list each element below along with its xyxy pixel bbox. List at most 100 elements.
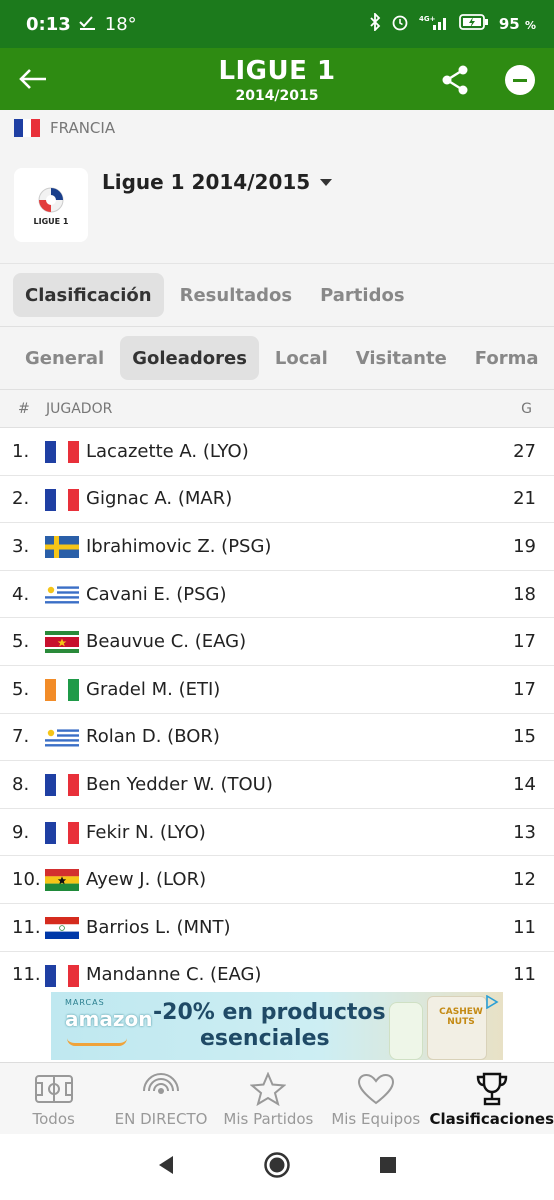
france-flag-icon xyxy=(45,441,79,463)
league-selector[interactable]: Ligue 1 2014/2015 xyxy=(102,170,333,194)
country-name: FRANCIA xyxy=(50,119,116,137)
live-icon xyxy=(141,1072,181,1106)
tab-clasificacion[interactable]: Clasificación xyxy=(13,273,164,317)
trophy-icon xyxy=(472,1072,512,1106)
soap-bottle-image xyxy=(389,1002,423,1060)
check-icon xyxy=(79,14,97,35)
tab-forma[interactable]: Forma xyxy=(463,336,551,380)
table-row[interactable]: 11. Barrios L. (MNT) 11 xyxy=(0,903,554,952)
table-row[interactable]: 7. Rolan D. (BOR) 15 xyxy=(0,713,554,762)
table-row[interactable]: 3. Ibrahimovic Z. (PSG) 19 xyxy=(0,523,554,571)
table-row[interactable]: 8. Ben Yedder W. (TOU) 14 xyxy=(0,761,554,809)
country-row: FRANCIA xyxy=(0,110,554,146)
nav-label: Clasificaciones xyxy=(429,1110,554,1128)
nav-en-directo[interactable]: EN DIRECTO xyxy=(107,1063,214,1134)
player-goals: 18 xyxy=(513,583,536,605)
ad-headline-1: -20% en productos xyxy=(153,1000,386,1025)
player-name: Gignac A. (MAR) xyxy=(86,488,233,510)
ligue1-logo-icon xyxy=(38,187,64,212)
player-goals: 11 xyxy=(513,916,536,938)
table-row[interactable]: 10. Ayew J. (LOR) 12 xyxy=(0,856,554,904)
tab-visitante[interactable]: Visitante xyxy=(344,336,459,380)
row-position: 8. xyxy=(12,773,30,795)
ivory-coast-flag-icon xyxy=(45,678,79,701)
row-position: 2. xyxy=(12,488,30,510)
nav-mis-equipos[interactable]: Mis Equipos xyxy=(322,1063,429,1134)
row-position: 10. xyxy=(12,869,41,891)
ad-headline-2: esenciales xyxy=(200,1026,330,1051)
player-goals: 11 xyxy=(513,964,536,986)
player-goals: 17 xyxy=(513,678,536,700)
player-name: Gradel M. (ETI) xyxy=(86,678,221,700)
table-header: # JUGADOR G xyxy=(0,390,554,428)
share-icon[interactable] xyxy=(438,64,472,96)
header-num: # xyxy=(18,400,30,417)
sub-tabs: General Goleadores Local Visitante Forma xyxy=(0,327,554,390)
alarm-icon xyxy=(391,13,409,35)
header-player: JUGADOR xyxy=(46,400,113,417)
player-name: Beauvue C. (EAG) xyxy=(86,631,247,653)
row-position: 3. xyxy=(12,535,30,557)
player-name: Mandanne C. (EAG) xyxy=(86,964,262,986)
nav-label: Mis Partidos xyxy=(223,1110,314,1128)
row-position: 4. xyxy=(12,583,30,605)
battery-icon xyxy=(458,13,489,35)
ad-brand: amazon xyxy=(65,1007,153,1031)
main-tabs: Clasificación Resultados Partidos xyxy=(0,264,554,327)
table-row[interactable]: 4. Cavani E. (PSG) 18 xyxy=(0,570,554,619)
table-row[interactable]: 1. Lacazette A. (LYO) 27 xyxy=(0,428,554,476)
league-header: LIGUE 1 Ligue 1 2014/2015 xyxy=(0,146,554,264)
table-row[interactable]: 5. Gradel M. (ETI) 17 xyxy=(0,665,554,714)
star-icon xyxy=(248,1072,288,1106)
nav-clasificaciones[interactable]: Clasificaciones xyxy=(429,1063,554,1134)
player-name: Ibrahimovic Z. (PSG) xyxy=(86,535,272,557)
paraguay-flag-icon xyxy=(45,916,79,939)
tab-partidos[interactable]: Partidos xyxy=(308,273,416,317)
system-recents-icon[interactable] xyxy=(379,1156,397,1178)
player-goals: 27 xyxy=(513,440,536,462)
table-row[interactable]: 2. Gignac A. (MAR) 21 xyxy=(0,475,554,524)
status-bar: 0:13 18° 4G+ 95 % xyxy=(0,0,554,48)
remove-button[interactable] xyxy=(505,65,535,95)
adchoices-icon[interactable] xyxy=(485,994,499,1010)
player-goals: 12 xyxy=(513,869,536,891)
scorers-list: 1. Lacazette A. (LYO) 27 2. Gignac A. (MAR)… xyxy=(0,428,554,990)
row-position: 9. xyxy=(12,821,30,843)
battery-level: 95 % xyxy=(498,15,536,33)
uruguay-flag-icon xyxy=(45,726,79,749)
player-goals: 13 xyxy=(513,821,536,843)
tab-general[interactable]: General xyxy=(13,336,116,380)
table-row[interactable]: 9. Fekir N. (LYO) 13 xyxy=(0,808,554,857)
cashew-package-image: CASHEW NUTS xyxy=(427,996,487,1060)
row-position: 5. xyxy=(12,631,30,653)
tab-resultados[interactable]: Resultados xyxy=(168,273,304,317)
france-flag-icon xyxy=(45,964,79,987)
ad-marcas: MARCAS xyxy=(65,998,105,1007)
france-flag-icon xyxy=(45,821,79,844)
table-row[interactable]: 11. Mandanne C. (EAG) 11 xyxy=(0,951,554,990)
ad-banner[interactable]: MARCAS amazon -20% en productos esencial… xyxy=(51,992,503,1060)
league-logo-text: LIGUE 1 xyxy=(33,216,69,226)
row-position: 11. xyxy=(12,964,41,986)
status-temperature: 18° xyxy=(104,13,137,35)
nav-mis-partidos[interactable]: Mis Partidos xyxy=(215,1063,322,1134)
nav-label: Mis Equipos xyxy=(331,1110,421,1128)
player-name: Lacazette A. (LYO) xyxy=(86,440,249,462)
svg-text:4G+: 4G+ xyxy=(419,15,436,23)
system-nav-bar xyxy=(0,1134,554,1200)
header-goals: G xyxy=(521,400,532,417)
ad-container: MARCAS amazon -20% en productos esencial… xyxy=(0,990,554,1062)
player-name: Rolan D. (BOR) xyxy=(86,726,220,748)
signal-icon: 4G+ xyxy=(419,13,449,35)
player-goals: 15 xyxy=(513,726,536,748)
player-goals: 17 xyxy=(513,631,536,653)
nav-todos[interactable]: Todos xyxy=(0,1063,107,1134)
uruguay-flag-icon xyxy=(45,583,79,606)
row-position: 7. xyxy=(12,726,30,748)
system-back-icon[interactable] xyxy=(157,1155,175,1179)
tab-goleadores[interactable]: Goleadores xyxy=(120,336,259,380)
player-goals: 19 xyxy=(513,535,536,557)
table-row[interactable]: 5. Beauvue C. (EAG) 17 xyxy=(0,618,554,666)
system-home-icon[interactable] xyxy=(263,1151,291,1183)
tab-local[interactable]: Local xyxy=(263,336,340,380)
